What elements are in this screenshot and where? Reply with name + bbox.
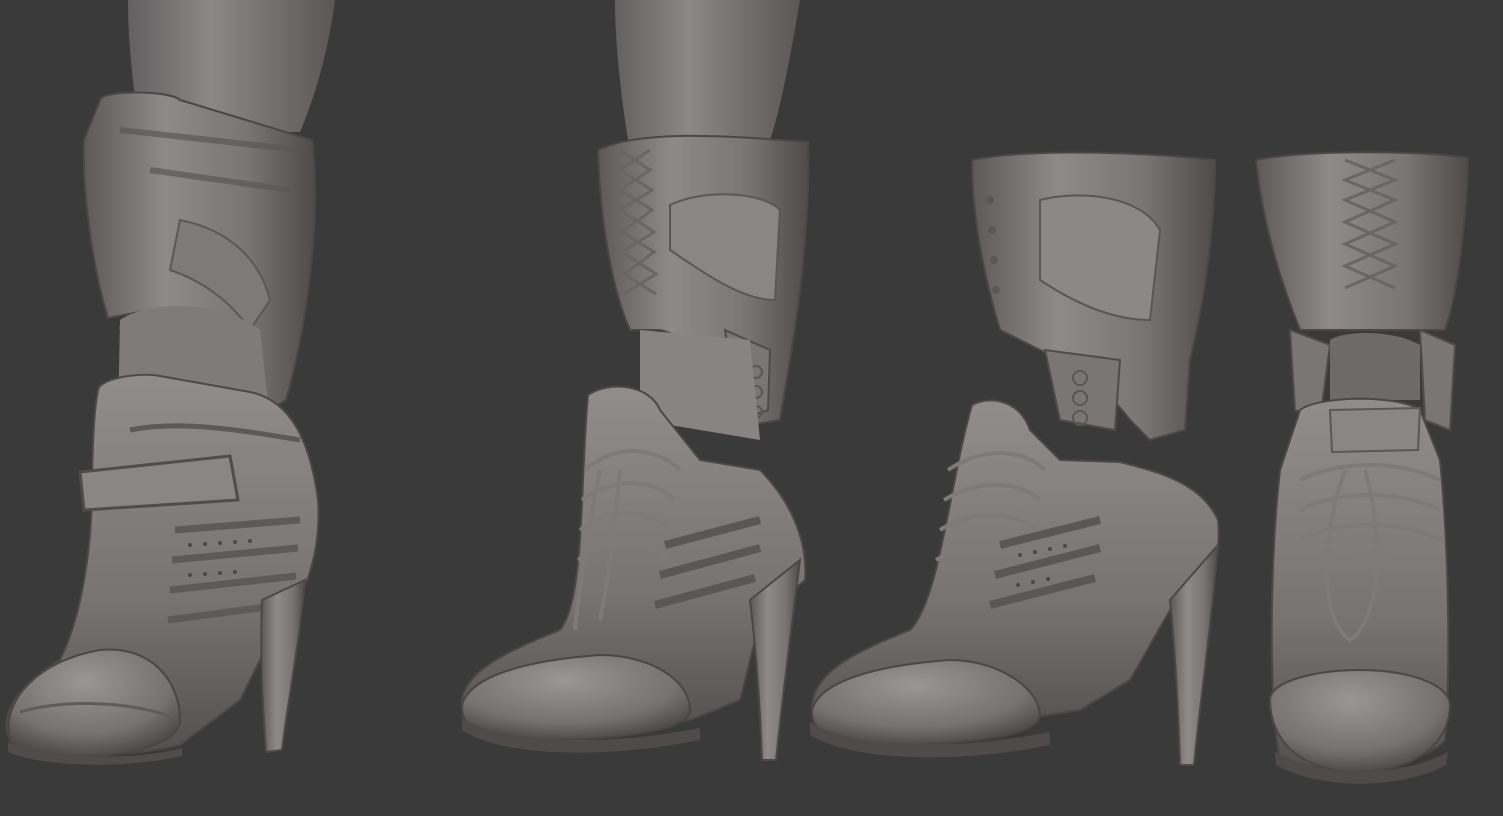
boot-view-3 [810, 151, 1220, 766]
boot-sculpt-render [5, 0, 1470, 784]
sculpt-viewport [0, 0, 1503, 816]
boot-view-2 [460, 0, 810, 761]
heel [260, 578, 307, 754]
boot-view-1 [5, 0, 335, 765]
boot-cuff [1254, 151, 1470, 331]
boot-view-4 [1254, 151, 1470, 784]
leg-shape [615, 0, 800, 140]
